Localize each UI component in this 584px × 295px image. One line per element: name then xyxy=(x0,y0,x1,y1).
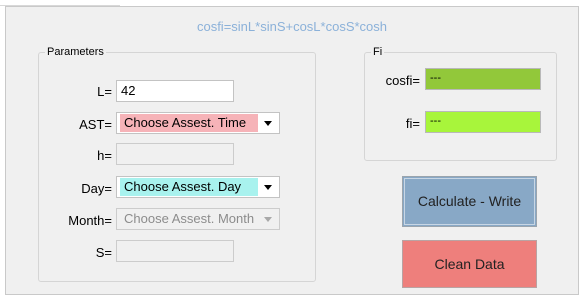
chevron-down-icon[interactable] xyxy=(264,216,272,222)
day-selected-value: Choose Assest. Day xyxy=(120,178,258,196)
l-input[interactable]: 42 xyxy=(116,80,234,102)
ast-label: AST= xyxy=(79,117,112,132)
fi-output: --- xyxy=(425,111,541,133)
formula-title: cosfi=sinL*sinS+cosL*cosS*cosh xyxy=(196,19,388,34)
ast-select[interactable]: Choose Assest. Time xyxy=(116,112,280,134)
chevron-down-icon[interactable] xyxy=(264,120,272,126)
h-input[interactable] xyxy=(116,143,234,165)
day-label: Day= xyxy=(81,181,112,196)
l-label: L= xyxy=(97,84,112,99)
cosfi-label: cosfi= xyxy=(385,73,420,88)
h-label: h= xyxy=(97,148,112,163)
fi-label: fi= xyxy=(405,116,420,131)
month-label: Month= xyxy=(68,213,112,228)
month-selected-value: Choose Assest. Month xyxy=(124,211,255,226)
ast-selected-value: Choose Assest. Time xyxy=(120,114,258,132)
chevron-down-icon[interactable] xyxy=(264,184,272,190)
s-input[interactable] xyxy=(116,240,234,262)
clean-data-button[interactable]: Clean Data xyxy=(402,240,537,288)
parameters-legend: Parameters xyxy=(47,46,104,58)
day-select[interactable]: Choose Assest. Day xyxy=(116,176,280,198)
fi-group: Fi xyxy=(364,46,557,161)
cosfi-output: --- xyxy=(425,68,541,90)
month-select[interactable]: Choose Assest. Month xyxy=(116,208,280,230)
calculate-write-button[interactable]: Calculate - Write xyxy=(402,176,537,227)
s-label: S= xyxy=(95,245,112,260)
fi-legend: Fi xyxy=(373,46,383,58)
